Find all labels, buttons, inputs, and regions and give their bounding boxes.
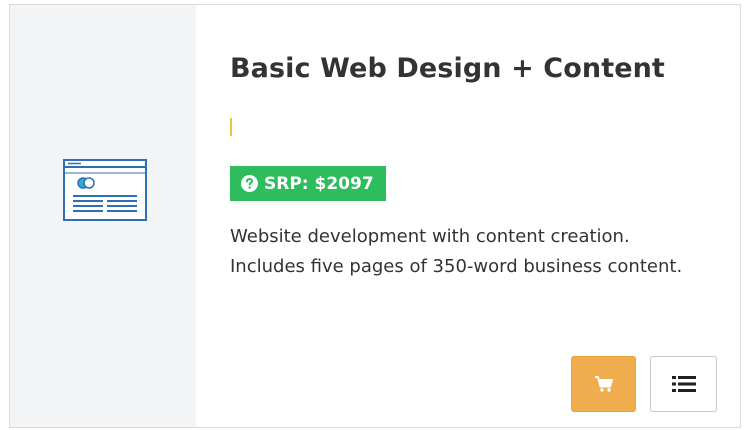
srp-badge: SRP: $2097 <box>230 166 386 201</box>
question-circle-icon[interactable] <box>241 175 258 192</box>
website-layout-icon <box>63 159 147 221</box>
list-icon <box>671 376 696 392</box>
shopping-cart-icon <box>594 376 613 392</box>
product-details: Basic Web Design + Content SRP: $2097 We… <box>230 5 740 427</box>
rating-indicator <box>230 118 232 136</box>
product-image-panel <box>10 5 196 427</box>
add-to-cart-button[interactable] <box>571 356 636 412</box>
product-title: Basic Web Design + Content <box>230 53 665 84</box>
product-card: Basic Web Design + Content SRP: $2097 We… <box>9 4 741 428</box>
product-description: Website development with content creatio… <box>230 226 683 277</box>
srp-price: SRP: $2097 <box>264 173 374 194</box>
view-details-button[interactable] <box>650 356 717 412</box>
